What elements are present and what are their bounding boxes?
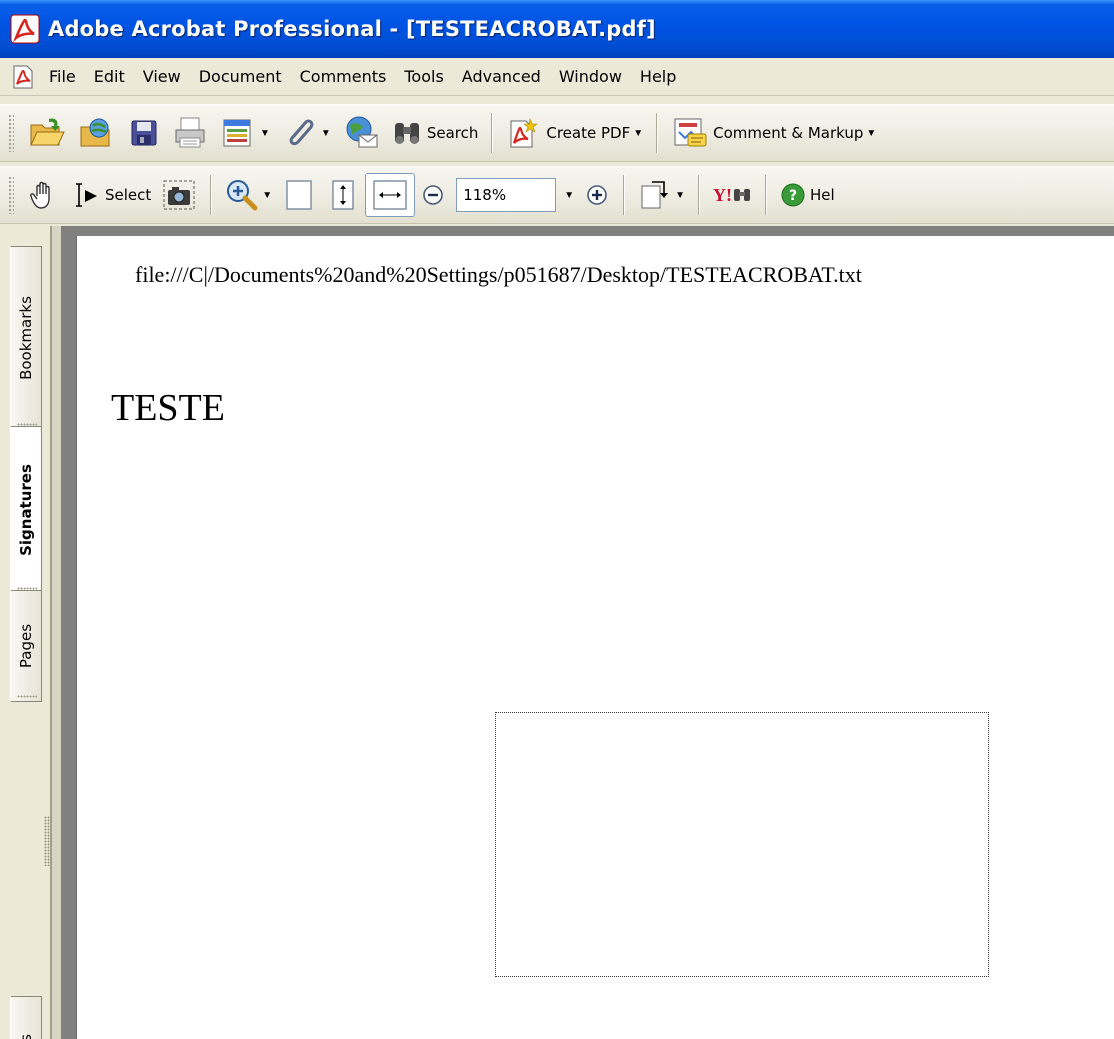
create-pdf-label: Create PDF [546,124,631,142]
save-disk-icon [131,120,157,146]
menu-edit[interactable]: Edit [85,67,134,86]
zoom-out-button[interactable] [415,173,451,217]
acrobat-logo-icon [10,14,40,44]
chevron-down-icon[interactable]: ▼ [321,128,331,139]
tab-grip [17,695,37,698]
chevron-down-icon[interactable]: ▼ [866,128,876,139]
page-body-text: TESTE [111,387,225,429]
chevron-down-icon[interactable]: ▼ [262,190,272,201]
document-stack-icon [223,119,251,147]
binoculars-icon [734,189,750,201]
fit-page-icon [332,180,354,210]
pdf-page[interactable]: file:///C|/Documents%20and%20Settings/p0… [76,236,1114,1039]
toolbar-grip[interactable] [8,114,14,152]
email-button[interactable] [336,111,386,155]
comment-markup-label: Comment & Markup [713,124,864,142]
rotate-view-button[interactable]: ▼ [633,173,690,217]
snapshot-button[interactable] [156,173,202,217]
toolbar-separator [623,175,626,215]
tab-bookmarks-label: Bookmarks [17,296,35,380]
toolbar-separator [491,113,494,153]
chevron-down-icon[interactable]: ▼ [564,190,574,201]
binoculars-icon [394,123,419,144]
menu-advanced[interactable]: Advanced [453,67,550,86]
menu-document[interactable]: Document [190,67,291,86]
hand-tool-button[interactable] [22,173,66,217]
open-button[interactable] [22,111,72,155]
document-pdf-icon[interactable] [10,64,36,90]
menu-view[interactable]: View [134,67,190,86]
menu-window[interactable]: Window [550,67,631,86]
fit-width-button[interactable] [365,173,416,217]
tab-bookmarks[interactable]: Bookmarks [10,246,42,430]
text-cursor-icon [76,183,97,207]
attach-button[interactable]: ▼ [275,111,336,155]
yahoo-search-button[interactable]: Y! [708,173,757,217]
navigation-toolbar: Select ▼ 118% ▼ ▼ Y! ? Hel [0,166,1114,224]
menu-comments[interactable]: Comments [291,67,396,86]
save-button[interactable] [122,111,166,155]
toolbar-grip[interactable] [8,176,14,214]
open-folder-icon [30,118,65,146]
svg-text:?: ? [789,188,797,204]
title-bar[interactable]: Adobe Acrobat Professional - [TESTEACROB… [0,0,1114,58]
zoom-in-button[interactable] [579,173,615,217]
help-icon: ? [781,183,805,207]
toolbar-separator [698,175,700,215]
chevron-down-icon[interactable]: ▼ [675,190,685,201]
paperclip-icon [289,119,314,146]
menu-bar: File Edit View Document Comments Tools A… [0,58,1114,96]
menu-tools[interactable]: Tools [395,67,452,86]
page-header-path: file:///C|/Documents%20and%20Settings/p0… [135,262,862,287]
menu-file[interactable]: File [40,67,85,86]
printer-icon [175,117,205,148]
zoom-combobox[interactable]: 118% ▼ [451,173,579,217]
actual-size-button[interactable] [277,173,321,217]
search-button[interactable]: Search [386,111,484,155]
organizer-icon [80,118,110,147]
toolbar-separator [765,175,767,215]
create-pdf-button[interactable]: Create PDF ▼ [501,111,648,155]
window-title: Adobe Acrobat Professional - [TESTEACROB… [48,17,656,41]
tab-pages[interactable]: Pages [10,590,42,702]
rotate-page-icon [641,181,669,209]
tab-signatures[interactable]: Signatures [10,426,42,594]
zoom-in-tool-button[interactable]: ▼ [220,173,277,217]
tab-partial-label: s [17,1033,35,1039]
help-button[interactable]: ? Hel [775,173,840,217]
plus-circle-icon [587,185,607,205]
zoom-input[interactable]: 118% [456,178,557,212]
panel-splitter[interactable] [44,816,50,866]
document-actions-button[interactable]: ▼ [214,111,275,155]
minus-circle-icon [423,185,443,205]
hand-icon [30,181,50,209]
actual-size-page-icon [286,180,312,210]
email-globe-icon [346,116,378,148]
tab-pages-label: Pages [17,623,35,669]
camera-icon [163,180,195,210]
fit-page-button[interactable] [321,173,365,217]
tab-partial[interactable]: s [10,996,42,1039]
print-button[interactable] [166,111,214,155]
toolbar-separator [656,113,659,153]
search-label: Search [426,124,479,142]
file-toolbar: ▼ ▼ Search Create PDF ▼ Comment & Markup… [0,104,1114,162]
tab-signatures-label: Signatures [17,464,35,556]
toolbar-separator [210,175,213,215]
signature-field[interactable] [495,712,989,977]
help-label: Hel [810,186,835,204]
comment-markup-icon [674,118,707,147]
select-tool-button[interactable]: Select [66,173,156,217]
navigation-panel: Bookmarks Signatures Pages s [0,226,62,1039]
comment-markup-button[interactable]: Comment & Markup ▼ [666,111,881,155]
chevron-down-icon[interactable]: ▼ [260,128,270,139]
organizer-button[interactable] [72,111,122,155]
magnifier-zoom-icon [227,180,258,211]
select-label: Select [105,186,152,204]
fit-width-icon [373,180,407,210]
chevron-down-icon[interactable]: ▼ [633,128,643,139]
menu-help[interactable]: Help [631,67,685,86]
yahoo-logo: Y! [713,184,732,205]
create-pdf-icon [510,117,539,148]
